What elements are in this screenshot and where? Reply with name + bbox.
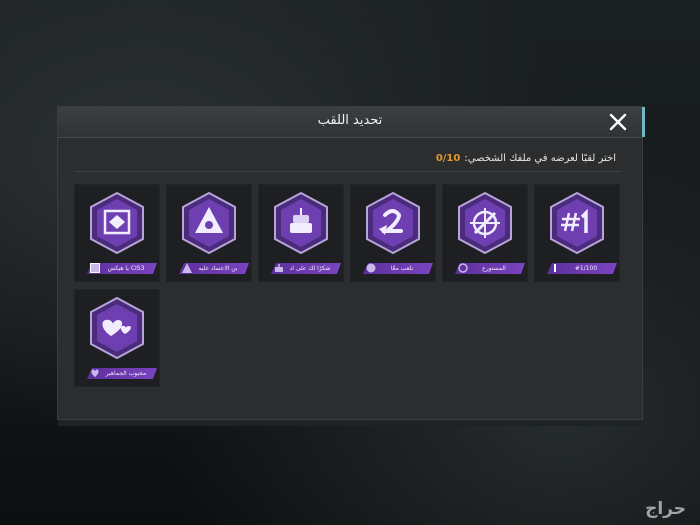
hearts-icon bbox=[89, 367, 101, 379]
pyramid-eye-icon bbox=[181, 191, 237, 255]
title-label: نلعب معًا bbox=[390, 265, 414, 272]
title-card[interactable]: المستورع bbox=[442, 184, 528, 282]
dialog-header: تحديد اللقب bbox=[58, 107, 645, 138]
dialog-title: تحديد اللقب bbox=[317, 113, 383, 128]
cake-icon bbox=[273, 262, 285, 274]
close-icon bbox=[609, 113, 627, 131]
title-label: بن الاعتماد عليه bbox=[198, 265, 238, 272]
title-card[interactable]: نلعب معًا bbox=[350, 184, 436, 282]
close-button[interactable] bbox=[606, 110, 630, 134]
title-label: #1/100 bbox=[574, 265, 598, 272]
rank-one-icon bbox=[549, 191, 605, 255]
cube-icon bbox=[89, 191, 145, 255]
watermark: حراج bbox=[645, 499, 686, 519]
title-count: 0/10 bbox=[435, 153, 461, 164]
pyramid-eye-icon bbox=[181, 262, 193, 274]
title-card[interactable]: شكرًا لك على اد bbox=[258, 184, 344, 282]
two-player-icon bbox=[365, 191, 421, 255]
crosshair-icon bbox=[457, 262, 469, 274]
title-label: المستورع bbox=[482, 265, 506, 272]
select-title-dialog: تحديد اللقب اختر لقبًا لعرضه في ملفك الش… bbox=[58, 107, 645, 419]
instruction-text: اختر لقبًا لعرضه في ملفك الشخصي: bbox=[464, 153, 616, 164]
cake-icon bbox=[273, 191, 329, 255]
cube-icon bbox=[89, 262, 101, 274]
hearts-icon bbox=[89, 296, 145, 360]
title-instruction: اختر لقبًا لعرضه في ملفك الشخصي: 0/10 bbox=[436, 153, 616, 164]
crosshair-icon bbox=[457, 191, 513, 255]
title-card[interactable]: محبوب الجماهير bbox=[74, 289, 160, 387]
background-strip bbox=[58, 418, 642, 426]
divider bbox=[74, 171, 622, 172]
title-card[interactable]: CIS3 يا هيكس bbox=[74, 184, 160, 282]
two-player-icon bbox=[365, 262, 377, 274]
title-label: شكرًا لك على اد bbox=[289, 265, 331, 272]
title-card[interactable]: بن الاعتماد عليه bbox=[166, 184, 252, 282]
title-label: CIS3 يا هيكس bbox=[107, 265, 145, 272]
title-label: محبوب الجماهير bbox=[105, 370, 147, 377]
header-edge-accent bbox=[642, 107, 645, 137]
title-card[interactable]: #1/100 bbox=[534, 184, 620, 282]
rank-one-icon bbox=[549, 262, 561, 274]
